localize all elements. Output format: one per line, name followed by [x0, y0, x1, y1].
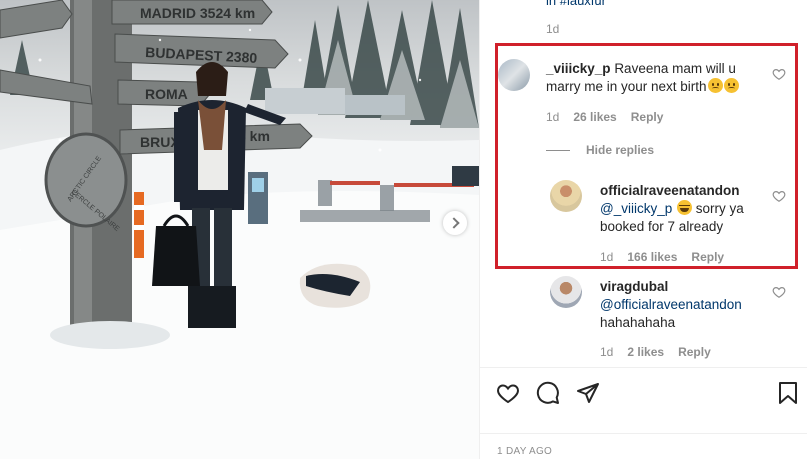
avatar[interactable]: [550, 276, 582, 308]
paper-plane-icon[interactable]: [576, 381, 600, 405]
post-photo: ARCTIC CIRCLE CERCLE POLAIRE MADRID 3524…: [0, 0, 479, 459]
comments-panel: in #lauxfur 1d _viiicky_p Raveena mam wi…: [479, 0, 807, 459]
timestamp-divider: [480, 433, 807, 434]
reply-meta: 1d 2 likes Reply: [600, 345, 711, 359]
reply-time: 1d: [600, 345, 614, 359]
post-timestamp: 1 DAY AGO: [497, 446, 553, 457]
chevron-right-icon: [447, 217, 460, 229]
actions-divider: [480, 367, 807, 368]
next-photo-button[interactable]: [443, 211, 467, 235]
heart-icon[interactable]: [496, 381, 520, 405]
like-reply-heart-icon[interactable]: [772, 285, 786, 299]
reply-body: viragdubal @officialraveenatandon hahaha…: [600, 278, 770, 332]
reply-text: hahahahaha: [600, 315, 676, 330]
photo-scene: ARCTIC CIRCLE CERCLE POLAIRE MADRID 3524…: [0, 0, 479, 459]
reply-username[interactable]: viragdubal: [600, 279, 668, 294]
sign-roma: ROMA: [145, 86, 188, 102]
reply-button[interactable]: Reply: [678, 345, 711, 359]
highlight-box: [495, 43, 798, 269]
reply-likes[interactable]: 2 likes: [627, 345, 664, 359]
sign-madrid: MADRID 3524 km: [140, 5, 255, 21]
reply-mention[interactable]: @officialraveenatandon: [600, 297, 742, 312]
previous-comment-text: in #lauxfur: [546, 0, 606, 8]
bookmark-icon[interactable]: [776, 381, 800, 405]
previous-comment-time: 1d: [546, 22, 560, 36]
comment-icon[interactable]: [536, 381, 560, 405]
